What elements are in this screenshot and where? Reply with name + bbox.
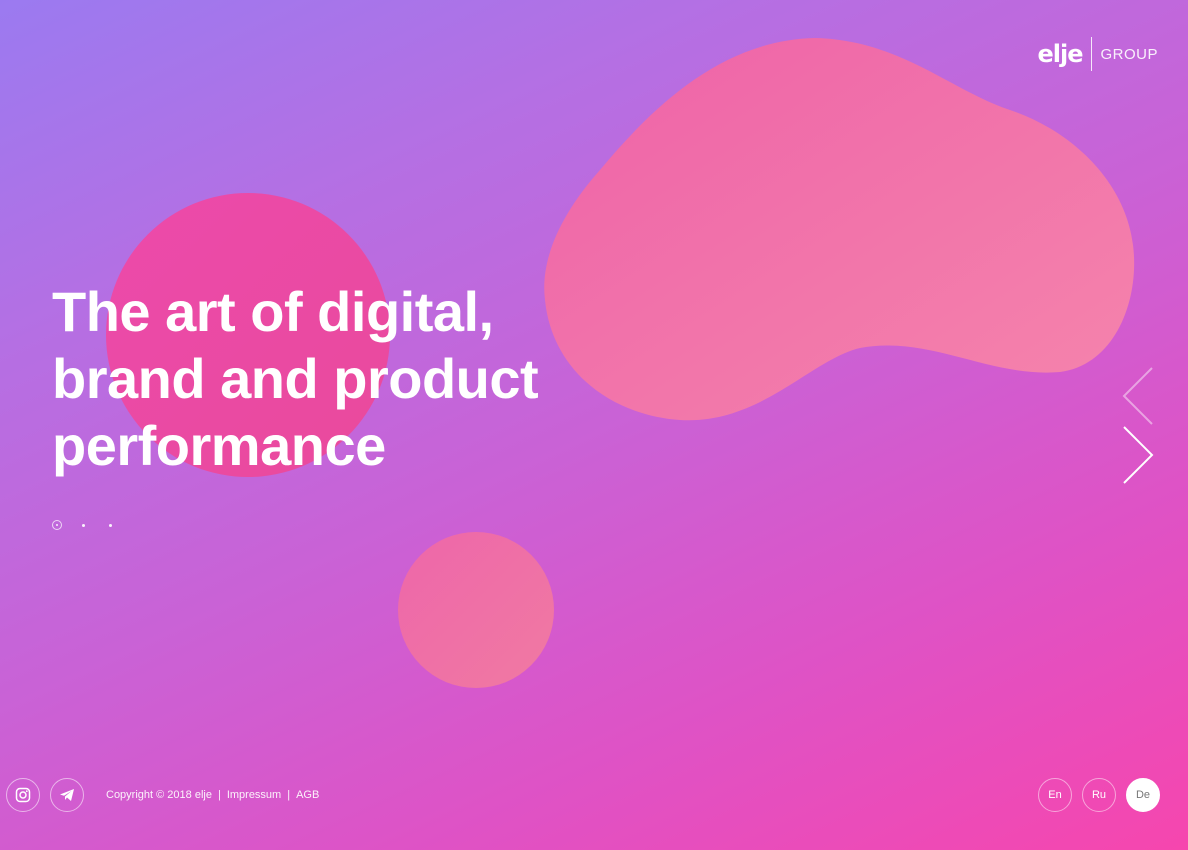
language-en-button[interactable]: En <box>1038 778 1072 812</box>
footer-left: Copyright © 2018 elje | Impressum | AGB <box>6 778 319 812</box>
headline-line: performance <box>52 414 386 477</box>
hero-headline: The art of digital, brand and product pe… <box>52 278 539 479</box>
copyright-text: Copyright © 2018 elje <box>106 789 212 801</box>
slider-pagination <box>52 520 136 530</box>
previous-slide-button[interactable] <box>1121 366 1155 426</box>
telegram-button[interactable] <box>50 778 84 812</box>
agb-link[interactable]: AGB <box>296 789 319 801</box>
chevron-right-icon <box>1123 426 1154 484</box>
logo-wordmark: elje <box>1037 40 1083 68</box>
language-ru-button[interactable]: Ru <box>1082 778 1116 812</box>
impressum-link[interactable]: Impressum <box>227 789 281 801</box>
headline-line: The art of digital, <box>52 280 494 343</box>
chevron-left-icon <box>1122 367 1153 425</box>
instagram-icon <box>15 787 31 803</box>
language-switcher: En Ru De <box>1028 778 1160 812</box>
elje-group-logo[interactable]: elje GROUP <box>1037 36 1158 72</box>
language-de-button[interactable]: De <box>1126 778 1160 812</box>
instagram-button[interactable] <box>6 778 40 812</box>
slider-dot[interactable] <box>109 523 112 527</box>
telegram-icon <box>60 789 74 801</box>
hero-page: elje GROUP The art of digital, brand and… <box>0 0 1188 850</box>
logo-group-label: GROUP <box>1100 45 1158 63</box>
headline-line: brand and product <box>52 347 539 410</box>
small-circle-shape <box>398 532 554 688</box>
large-blob-shape <box>544 38 1135 421</box>
footer-copyright: Copyright © 2018 elje | Impressum | AGB <box>106 789 319 801</box>
next-slide-button[interactable] <box>1121 425 1155 485</box>
logo-divider <box>1091 37 1093 71</box>
slider-dot[interactable] <box>82 523 85 527</box>
slider-dot-active[interactable] <box>52 520 62 530</box>
separator: | <box>217 789 221 801</box>
separator: | <box>287 789 291 801</box>
